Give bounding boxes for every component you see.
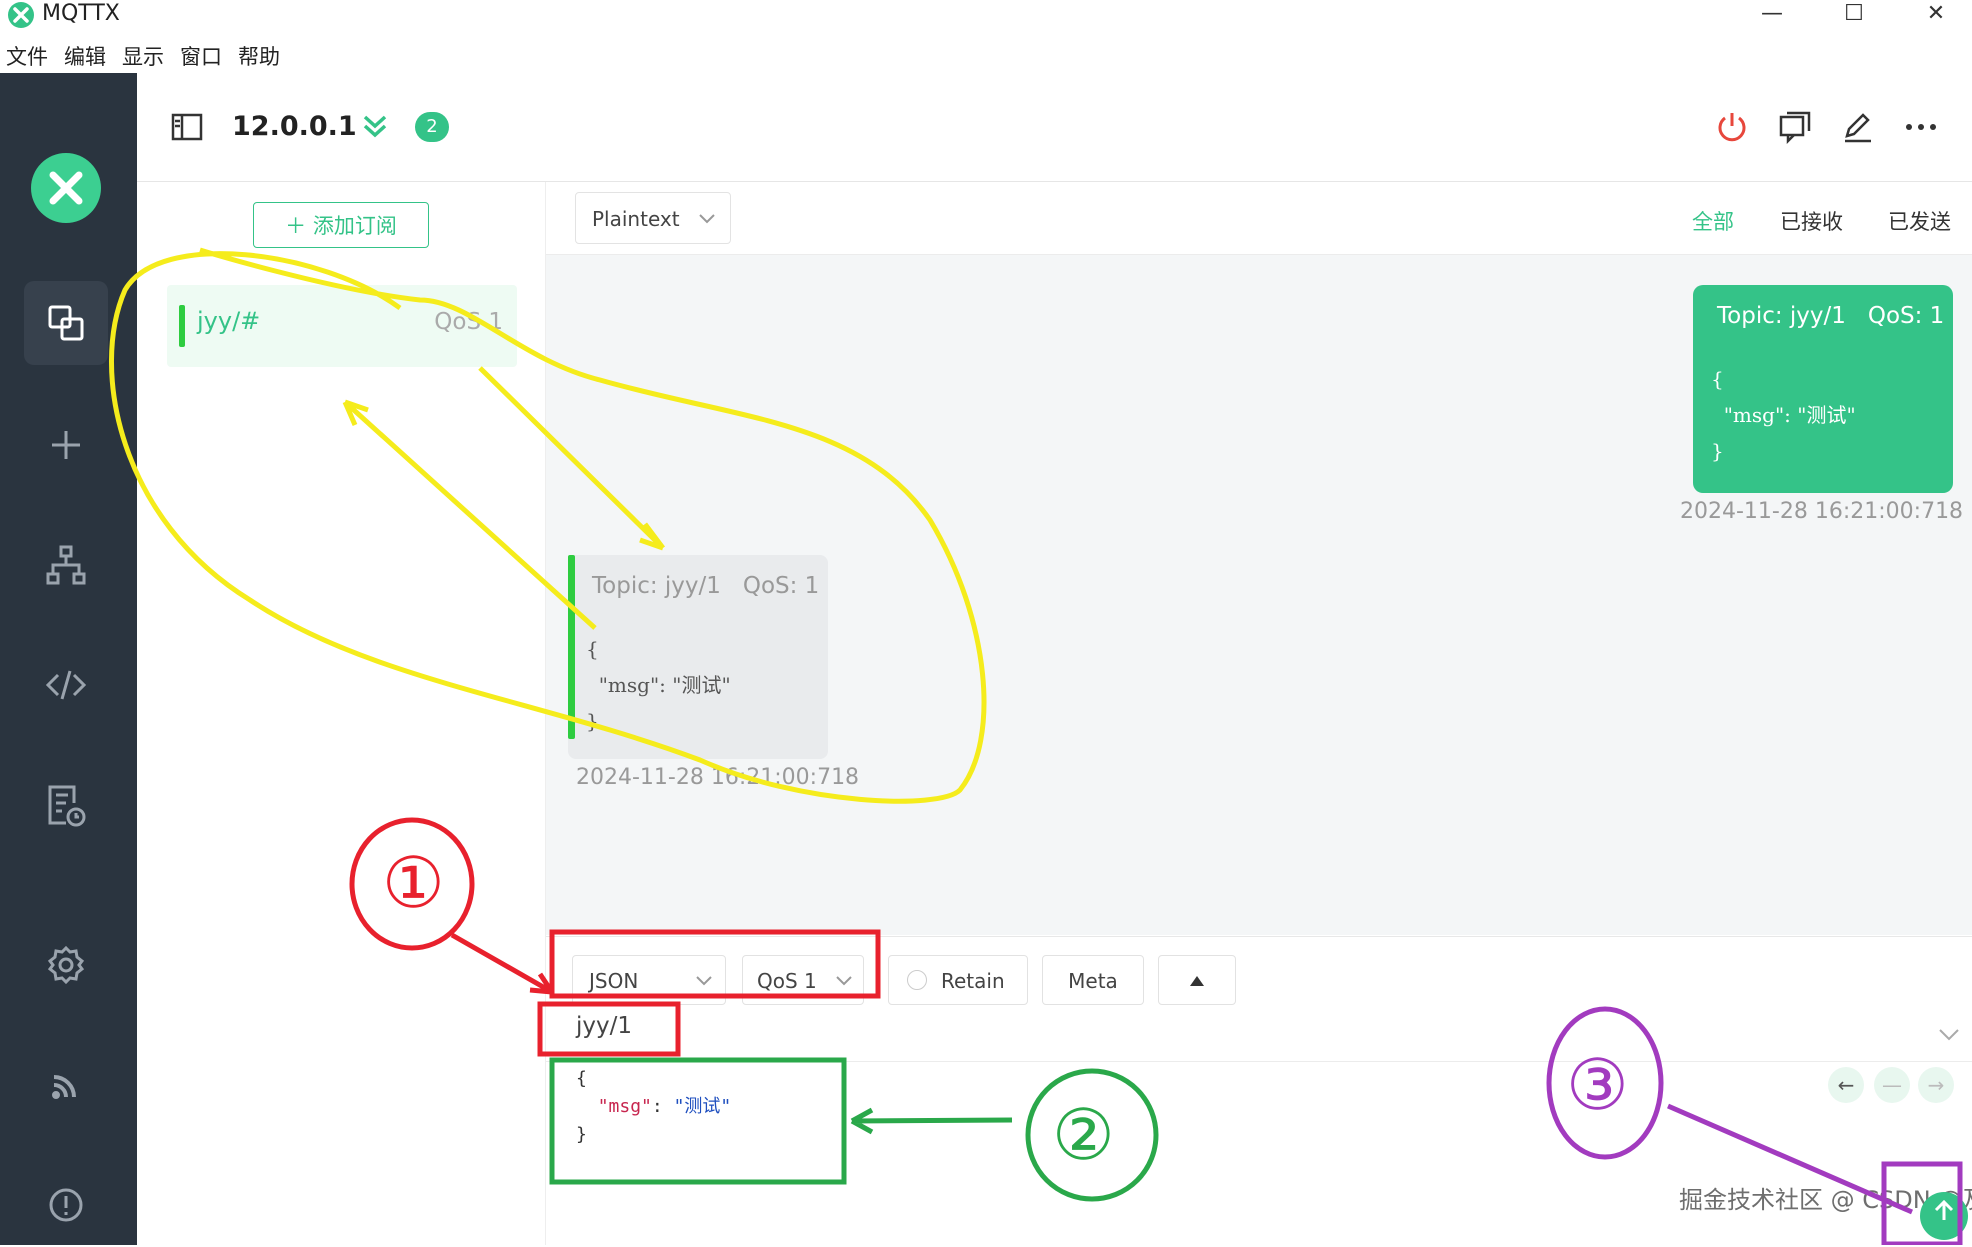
double-chevron-down-icon[interactable] <box>362 113 388 146</box>
menu-file[interactable]: 文件 <box>0 40 58 74</box>
received-topic-text: Topic: jyy/1 <box>592 573 721 599</box>
publish-panel: JSON QoS 1 Retain Meta jyy/1 { "msg": "测… <box>546 936 1972 1246</box>
connection-name: 12.0.0.1 <box>232 111 357 142</box>
meta-button[interactable]: Meta <box>1042 955 1144 1005</box>
subscriptions-panel: ＋ 添加订阅 jyy/# QoS 1 <box>137 182 546 1245</box>
script-icon[interactable] <box>24 643 108 727</box>
chevron-down-icon[interactable] <box>1938 1027 1960 1046</box>
publish-divider <box>546 1061 1972 1062</box>
received-message-topic: Topic: jyy/1 QoS: 1 <box>592 573 819 599</box>
more-icon[interactable] <box>1899 105 1943 149</box>
payload-line: "msg": "测试" <box>1711 403 1856 427</box>
sent-qos-text: QoS: 1 <box>1867 303 1945 329</box>
rss-icon[interactable] <box>24 1043 108 1127</box>
sent-message[interactable]: Topic: jyy/1 QoS: 1 { "msg": "测试"} <box>1693 285 1953 493</box>
payload-line: { <box>1711 367 1724 391</box>
filter-tab-all[interactable]: 全部 <box>1692 206 1734 236</box>
power-icon[interactable] <box>1710 105 1754 149</box>
publish-qos-select[interactable]: QoS 1 <box>742 955 864 1005</box>
received-qos-text: QoS: 1 <box>742 573 820 599</box>
close-button[interactable]: ✕ <box>1906 0 1966 26</box>
json-value: "测试" <box>673 1096 732 1117</box>
sent-message-time: 2024-11-28 16:21:00:718 <box>1680 499 1964 524</box>
sidebar-toggle-icon[interactable] <box>171 113 203 141</box>
message-list: Topic: jyy/1 QoS: 1 { "msg": "测试"} 2024-… <box>546 255 1972 935</box>
edit-icon[interactable] <box>1836 105 1880 149</box>
payload-line: { <box>586 637 599 661</box>
menu-bar: 文件 编辑 显示 窗口 帮助 <box>0 40 290 74</box>
minimize-button[interactable]: — <box>1742 0 1802 26</box>
retain-label: Retain <box>941 969 1005 993</box>
connection-header: 12.0.0.1 2 <box>137 73 1972 182</box>
add-subscription-label: 添加订阅 <box>312 214 397 238</box>
sidebar <box>0 73 137 1245</box>
publish-format-label: JSON <box>589 969 639 993</box>
message-toolbar: Plaintext 全部 已接收 已发送 <box>546 182 1972 255</box>
filter-tab-received[interactable]: 已接收 <box>1780 206 1843 236</box>
chevron-down-icon <box>698 193 716 264</box>
mqttx-logo-icon <box>31 153 101 223</box>
subscription-color-bar <box>179 305 185 347</box>
chevron-down-icon <box>835 956 853 1024</box>
filter-tab-sent[interactable]: 已发送 <box>1888 206 1951 236</box>
sent-message-payload: { "msg": "测试"} <box>1711 361 1856 469</box>
history-next-icon[interactable]: → <box>1918 1067 1954 1103</box>
payload-type-label: Plaintext <box>592 207 680 231</box>
json-colon: : <box>651 1096 674 1117</box>
subscription-count-badge: 2 <box>415 112 449 142</box>
payload-type-select[interactable]: Plaintext <box>575 192 731 244</box>
payload-line: "msg": "测试" <box>586 673 731 697</box>
publish-qos-label: QoS 1 <box>757 969 817 993</box>
send-button[interactable] <box>1920 1192 1968 1240</box>
code-line: } <box>576 1124 587 1145</box>
title-bar: MQTTX — ☐ ✕ <box>0 0 1972 36</box>
maximize-button[interactable]: ☐ <box>1824 0 1884 26</box>
new-window-icon[interactable] <box>1773 105 1817 149</box>
checkbox-icon <box>907 970 927 990</box>
history-prev-icon[interactable]: ← <box>1828 1067 1864 1103</box>
json-key: "msg" <box>597 1096 652 1117</box>
received-message[interactable]: Topic: jyy/1 QoS: 1 { "msg": "测试"} <box>568 555 828 759</box>
code-line: { <box>576 1068 587 1089</box>
received-message-time: 2024-11-28 16:21:00:718 <box>576 765 860 790</box>
connections-icon[interactable] <box>24 281 108 365</box>
settings-icon[interactable] <box>24 923 108 1007</box>
plus-icon: ＋ <box>285 214 313 238</box>
menu-view[interactable]: 显示 <box>116 40 174 74</box>
received-message-bar <box>568 555 575 739</box>
log-icon[interactable] <box>24 763 108 847</box>
received-message-payload: { "msg": "测试"} <box>586 631 731 739</box>
payload-line: } <box>586 709 599 733</box>
payload-line: } <box>1711 439 1724 463</box>
menu-edit[interactable]: 编辑 <box>58 40 116 74</box>
code-line: "msg": "测试" <box>576 1093 732 1121</box>
sent-message-topic: Topic: jyy/1 QoS: 1 <box>1717 303 1944 329</box>
about-icon[interactable] <box>24 1163 108 1247</box>
publish-topic-input[interactable]: jyy/1 <box>576 1013 632 1039</box>
add-icon[interactable] <box>24 403 108 487</box>
subscription-item[interactable]: jyy/# QoS 1 <box>167 285 517 367</box>
chevron-down-icon <box>695 956 713 1024</box>
history-clear-icon[interactable]: — <box>1874 1067 1910 1103</box>
publish-payload-editor[interactable]: { "msg": "测试"} <box>576 1065 731 1149</box>
topology-icon[interactable] <box>24 523 108 607</box>
collapse-toggle-icon[interactable] <box>1158 955 1236 1005</box>
app-logo-icon <box>8 2 34 28</box>
publish-format-select[interactable]: JSON <box>572 955 726 1005</box>
retain-checkbox[interactable]: Retain <box>888 955 1028 1005</box>
subscription-topic: jyy/# <box>197 307 261 335</box>
menu-window[interactable]: 窗口 <box>174 40 232 74</box>
menu-help[interactable]: 帮助 <box>232 40 290 74</box>
sent-topic-text: Topic: jyy/1 <box>1717 303 1846 329</box>
add-subscription-button[interactable]: ＋ 添加订阅 <box>253 202 429 248</box>
app-title: MQTTX <box>42 1 120 26</box>
subscription-qos: QoS 1 <box>434 309 503 335</box>
